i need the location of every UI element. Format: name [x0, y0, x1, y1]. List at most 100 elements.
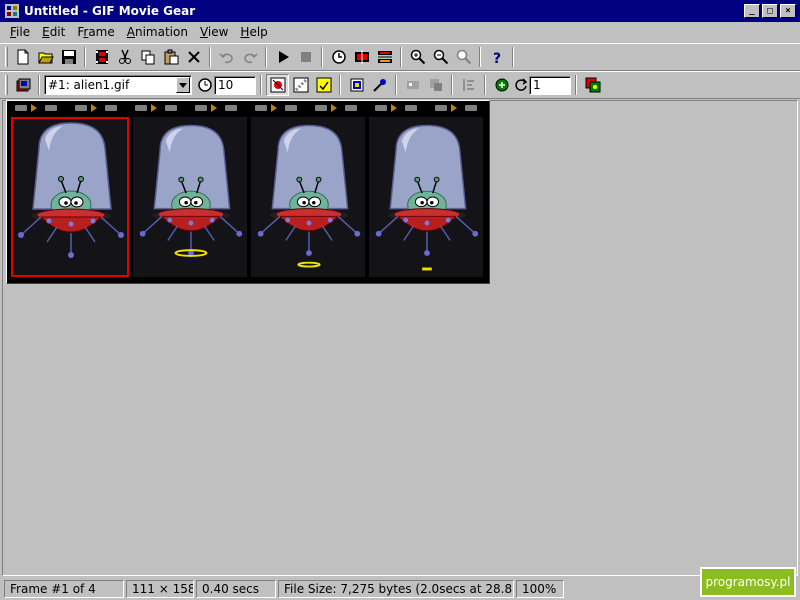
frame-thumbnail-4[interactable]: [369, 117, 483, 277]
resize-icon[interactable]: [424, 74, 447, 96]
copy-icon[interactable]: [136, 46, 159, 68]
status-delay: 0.40 secs: [196, 579, 276, 598]
zoom-reset-icon[interactable]: [452, 46, 475, 68]
status-dimensions: 111 × 158: [126, 579, 194, 598]
film-arrow-icon: [331, 104, 337, 112]
maximize-button[interactable]: □: [762, 4, 778, 18]
toolbar-separator: [209, 47, 211, 67]
delay-input[interactable]: 10: [214, 75, 256, 95]
transparency-icon[interactable]: [266, 74, 289, 96]
film-arrow-icon: [31, 104, 37, 112]
frame-selector-value: #1: alien1.gif: [48, 78, 130, 92]
film-arrow-icon: [211, 104, 217, 112]
optimize-icon[interactable]: [312, 74, 335, 96]
toolbar-separator: [321, 47, 323, 67]
cut-icon[interactable]: [113, 46, 136, 68]
perforation: [75, 105, 87, 111]
toolbar-grip[interactable]: [5, 75, 8, 95]
frame-thumbnail-3[interactable]: [251, 117, 365, 277]
perforation: [315, 105, 327, 111]
zoom-in-icon[interactable]: [406, 46, 429, 68]
insert-frame-icon[interactable]: [90, 46, 113, 68]
perforation: [345, 105, 357, 111]
menu-view[interactable]: View: [194, 25, 234, 39]
perforation: [255, 105, 267, 111]
play-icon[interactable]: [271, 46, 294, 68]
window-title: Untitled - GIF Movie Gear: [24, 4, 196, 18]
preview-browser-icon[interactable]: [581, 74, 604, 96]
film-insert-icon[interactable]: [350, 46, 373, 68]
frame-thumbnail-1[interactable]: [11, 117, 129, 277]
align-icon[interactable]: [457, 74, 480, 96]
help-icon[interactable]: ?: [485, 46, 508, 68]
film-arrow-icon: [151, 104, 157, 112]
filmstrip: [6, 100, 490, 284]
crop-icon[interactable]: [401, 74, 424, 96]
redo-icon[interactable]: [238, 46, 261, 68]
perforation: [45, 105, 57, 111]
watermark-logo: programosy.pl: [700, 567, 796, 597]
save-icon[interactable]: [57, 46, 80, 68]
paste-icon[interactable]: [159, 46, 182, 68]
film-arrow-icon: [391, 104, 397, 112]
toolbar-separator: [479, 47, 481, 67]
new-file-icon[interactable]: [11, 46, 34, 68]
frame-properties-icon[interactable]: [11, 74, 34, 96]
animation-properties-icon[interactable]: [490, 74, 513, 96]
menu-help[interactable]: Help: [234, 25, 273, 39]
toolbar-separator: [395, 75, 397, 95]
menu-frame[interactable]: Frame: [71, 25, 120, 39]
menu-animation[interactable]: Animation: [121, 25, 194, 39]
status-filesize: File Size: 7,275 bytes (2.0secs at 28.8K…: [278, 579, 514, 598]
eyedropper-icon[interactable]: [368, 74, 391, 96]
undo-icon[interactable]: [215, 46, 238, 68]
film-arrow-icon: [451, 104, 457, 112]
main-toolbar: ?: [0, 43, 800, 71]
alien-frame-image: [139, 124, 243, 257]
loop-count-input[interactable]: 1: [529, 75, 571, 95]
alien-frame-image: [375, 124, 479, 271]
toolbar-separator: [84, 47, 86, 67]
zoom-out-icon[interactable]: [429, 46, 452, 68]
perforation: [135, 105, 147, 111]
toolbar-separator: [38, 75, 40, 95]
film-arrow-icon: [91, 104, 97, 112]
perforation: [15, 105, 27, 111]
timing-icon[interactable]: [327, 46, 350, 68]
dither-icon[interactable]: [289, 74, 312, 96]
toolbar-grip[interactable]: [5, 47, 8, 67]
menu-bar: File Edit Frame Animation View Help: [0, 22, 800, 42]
perforation: [375, 105, 387, 111]
perforation: [435, 105, 447, 111]
alien-frame-image: [14, 120, 126, 274]
frame-selector[interactable]: #1: alien1.gif: [44, 75, 192, 95]
app-icon[interactable]: [4, 3, 20, 19]
status-bar: Frame #1 of 4 111 × 158 0.40 secs File S…: [0, 577, 800, 600]
delete-icon[interactable]: [182, 46, 205, 68]
close-button[interactable]: ×: [780, 4, 796, 18]
palette-icon[interactable]: [345, 74, 368, 96]
toolbar-separator: [484, 75, 486, 95]
menu-file[interactable]: File: [4, 25, 36, 39]
toolbar-separator: [575, 75, 577, 95]
film-split-icon[interactable]: [373, 46, 396, 68]
stop-icon[interactable]: [294, 46, 317, 68]
perforation: [195, 105, 207, 111]
open-folder-icon[interactable]: [34, 46, 57, 68]
perforation: [285, 105, 297, 111]
chevron-down-icon[interactable]: [176, 77, 190, 93]
svg-text:?: ?: [493, 51, 501, 65]
frame-toolbar: #1: alien1.gif 10 1: [0, 71, 800, 99]
menu-edit[interactable]: Edit: [36, 25, 71, 39]
perforation: [405, 105, 417, 111]
toolbar-separator: [451, 75, 453, 95]
perforation: [165, 105, 177, 111]
toolbar-separator: [339, 75, 341, 95]
title-bar[interactable]: Untitled - GIF Movie Gear _ □ ×: [0, 0, 800, 22]
toolbar-separator: [260, 75, 262, 95]
loop-icon: [513, 74, 529, 96]
perforation: [465, 105, 477, 111]
frame-thumbnail-2[interactable]: [133, 117, 247, 277]
film-arrow-icon: [271, 104, 277, 112]
minimize-button[interactable]: _: [744, 4, 760, 18]
